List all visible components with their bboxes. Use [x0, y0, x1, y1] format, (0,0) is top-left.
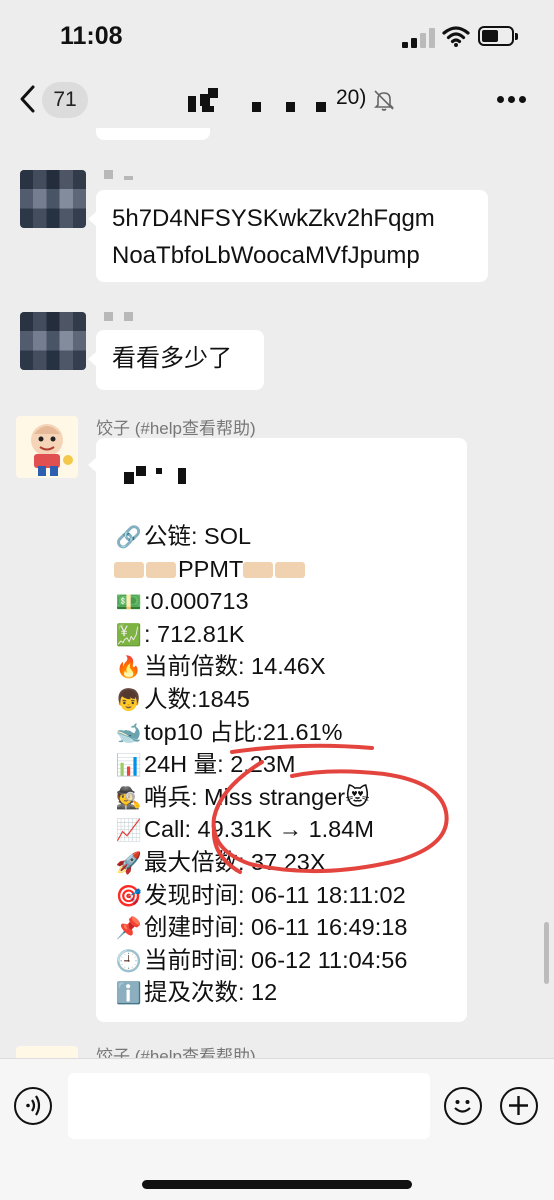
bot-name: 饺子 (#help查看帮助) — [96, 1047, 256, 1058]
card-line-text: 哨兵: Miss stranger😻 — [144, 783, 370, 810]
card-line-text: PPMT — [178, 555, 244, 582]
wifi-icon — [442, 26, 470, 47]
card-line-emoji: 🚀 — [115, 852, 143, 875]
card-line: 🔥当前倍数: 14.46X — [114, 650, 326, 684]
card-line: 💹: 712.81K — [114, 618, 245, 652]
card-line: 📊24H 量: 2.23M — [114, 748, 296, 782]
bell-slash-icon — [374, 90, 394, 111]
avatar[interactable] — [20, 312, 86, 370]
card-line-text: 人数:1845 — [144, 686, 250, 712]
card-title-redacted — [124, 464, 194, 486]
card-line-emoji: 👦 — [115, 689, 143, 712]
card-line-emoji: ℹ️ — [115, 982, 143, 1006]
tag-icon — [146, 562, 176, 579]
add-button[interactable] — [500, 1087, 538, 1125]
card-line-emoji: 📈 — [115, 819, 143, 843]
card-line-text: 公链: SOL — [144, 523, 252, 549]
voice-icon — [26, 1095, 41, 1116]
chat-area[interactable]: 5h7D4NFSYSKwkZkv2hFqgm NoaTbfoLbWoocaMVf… — [0, 128, 554, 1058]
card-line: PPMT — [114, 553, 307, 585]
signal-icon — [402, 28, 436, 48]
nav-bar: 71 20) — [0, 72, 554, 128]
card-line: 📈Call: 49.31K → 1.84M — [114, 813, 374, 847]
chat-title-suffix: 20) — [336, 86, 367, 109]
card-line: 🐋top10 占比:21.61% — [114, 716, 343, 750]
card-line: 💵:0.000713 — [114, 585, 249, 619]
avatar[interactable] — [20, 170, 86, 228]
card-line-text: 提及次数: 12 — [144, 979, 278, 1006]
plus-icon — [509, 1096, 528, 1115]
card-line-emoji: 💵 — [115, 591, 143, 615]
chevron-left-icon[interactable] — [18, 84, 38, 114]
card-line-emoji: 🐋 — [115, 721, 143, 745]
card-line: 🔗公链: SOL — [114, 520, 251, 554]
unread-count-badge[interactable]: 71 — [42, 82, 88, 118]
card-line-text: 创建时间: 06-11 16:49:18 — [144, 914, 408, 941]
card-line-text: : 712.81K — [144, 620, 245, 647]
status-time: 11:08 — [60, 22, 123, 50]
card-line-emoji: 🎯 — [115, 884, 143, 908]
card-line: 🚀最大倍数: 37.23X — [114, 846, 326, 880]
ellipsis-icon — [497, 96, 504, 103]
card-line: 🕵哨兵: Miss stranger😻 — [114, 781, 370, 815]
tag-icon — [114, 562, 144, 579]
smile-icon — [454, 1100, 471, 1113]
bot-name: 饺子 (#help查看帮助) — [96, 419, 256, 438]
scrollbar[interactable] — [544, 922, 549, 984]
card-line-emoji: 💹 — [115, 623, 143, 647]
card-line: 📌创建时间: 06-11 16:49:18 — [114, 911, 408, 945]
card-line: 🎯发现时间: 06-11 18:11:02 — [114, 879, 406, 913]
message-bubble[interactable]: 看看多少了 — [96, 330, 264, 390]
tag-icon — [275, 562, 306, 579]
message-line: 看看多少了 — [112, 345, 232, 372]
bot-avatar[interactable] — [16, 1046, 78, 1058]
card-line-text: Call: 49.31K → 1.84M — [144, 816, 374, 843]
card-line-emoji: 🕘 — [115, 949, 143, 973]
card-line-text: 最大倍数: 37.23X — [144, 849, 326, 875]
card-line-text: :0.000713 — [144, 588, 249, 615]
card-line-text: 24H 量: 2.23M — [144, 751, 296, 778]
card-line-emoji: 🔥 — [115, 656, 143, 680]
card-line-text: 当前倍数: 14.46X — [144, 653, 326, 680]
card-line: 👦人数:1845 — [114, 683, 250, 717]
card-line-emoji: 🕵 — [115, 786, 143, 810]
card-line-emoji: 📌 — [115, 917, 143, 941]
card-line: 🕘当前时间: 06-12 11:04:56 — [114, 944, 408, 978]
status-bar: 11:08 — [0, 0, 554, 72]
battery-icon — [478, 26, 518, 46]
card-line-text: 发现时间: 06-11 18:11:02 — [144, 881, 406, 908]
tag-icon — [243, 562, 274, 579]
bot-avatar[interactable] — [16, 416, 78, 478]
card-line-text: 当前时间: 06-12 11:04:56 — [144, 946, 408, 973]
message-line: NoaTbfoLbWoocaMVfJpump — [112, 242, 420, 269]
previous-message-bubble — [96, 128, 210, 140]
message-line: 5h7D4NFSYSKwkZkv2hFqgm — [112, 205, 435, 232]
voice-button[interactable] — [14, 1087, 52, 1125]
more-options-button[interactable] — [494, 94, 530, 106]
card-line: ℹ️提及次数: 12 — [114, 976, 277, 1010]
sender-name-redacted — [104, 312, 144, 324]
input-bar — [0, 1058, 554, 1200]
emoji-button[interactable] — [444, 1087, 482, 1125]
message-bubble[interactable]: 5h7D4NFSYSKwkZkv2hFqgm NoaTbfoLbWoocaMVf… — [96, 190, 488, 282]
card-line-emoji: 📊 — [115, 754, 143, 778]
home-indicator[interactable] — [142, 1180, 412, 1189]
message-input[interactable] — [68, 1073, 430, 1139]
card-line-emoji: 🔗 — [115, 526, 143, 549]
card-line-text: top10 占比:21.61% — [144, 718, 343, 745]
token-info-card[interactable]: 🔗公链: SOL PPMT 💵:0.000713 💹: 712.81K 🔥当前倍数: 1… — [96, 438, 467, 1022]
sender-name-redacted — [104, 170, 144, 182]
